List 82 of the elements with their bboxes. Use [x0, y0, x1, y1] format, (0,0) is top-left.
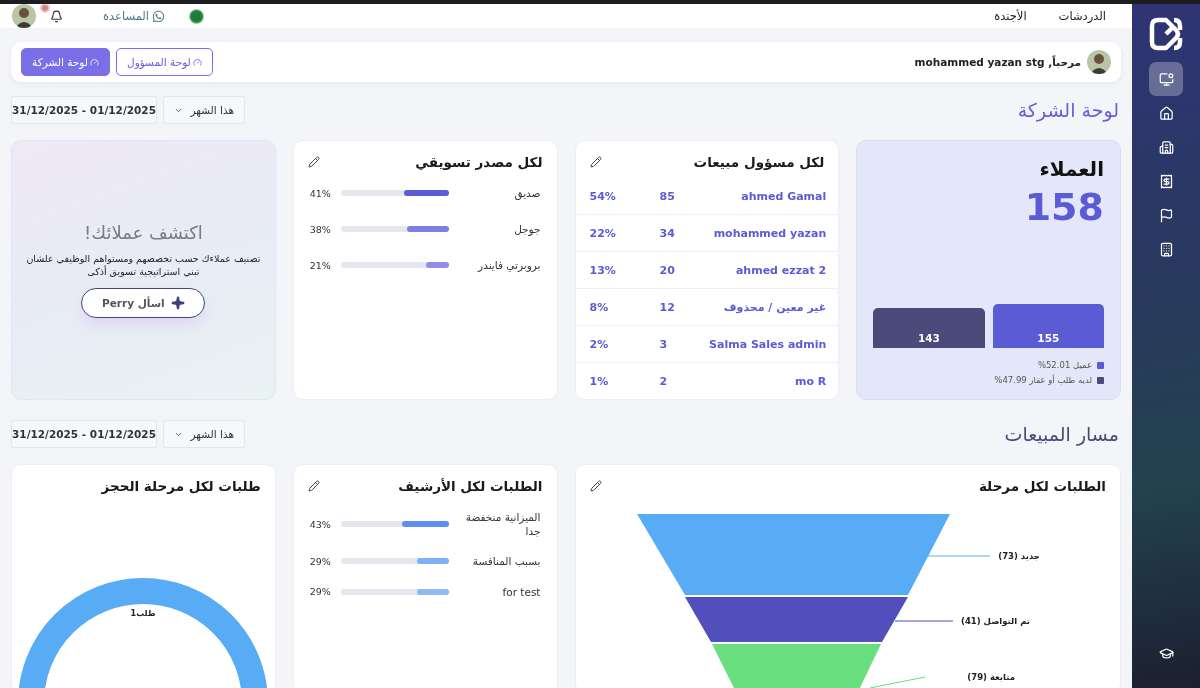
legend-label: لديه طلب أو عقار 47.99%	[994, 375, 1092, 385]
legend-label: عميل 52.01%	[1037, 360, 1092, 370]
stage-label: جديد (73)	[998, 551, 1040, 561]
section-title: لوحة الشركة	[1017, 99, 1120, 121]
donut-label: 1طلب	[130, 609, 156, 618]
nav-link[interactable]: الأجندة	[994, 9, 1027, 23]
stage-label: متابعة (79)	[967, 672, 1015, 682]
whatsapp-icon	[152, 9, 166, 23]
period-dropdown[interactable]: هذا الشهر	[163, 96, 245, 124]
section-title: مسار المبيعات	[1004, 423, 1120, 445]
monitor-icon	[1158, 71, 1174, 87]
stage-label: تم التواصل (41)	[961, 616, 1030, 626]
bar-label: بروبرتي فايندر	[476, 258, 541, 273]
rep-share: 22%	[589, 226, 617, 240]
bar-label: الميزانية منخفضة جدا	[464, 510, 541, 539]
bar-percent: 21%	[309, 259, 331, 271]
rep-name: mohammed yazan	[712, 226, 827, 240]
card-title: لكل مسؤول مبيعات	[693, 154, 825, 170]
rep-count: 34	[659, 226, 676, 240]
card-title: لكل مصدر تسويقي	[415, 154, 543, 170]
rep-count: 20	[659, 263, 676, 277]
bar-label: for test	[501, 584, 541, 599]
leader-line	[927, 555, 991, 557]
house-icon	[1158, 105, 1174, 121]
bar-percent: 29%	[309, 586, 331, 598]
discover-text: تصنيف عملاءك حسب تخصصهم ومستواهم الوظيفي علشان تبني استراتيجية تسويق أذكى	[26, 253, 261, 278]
edit-icon[interactable]	[307, 156, 320, 168]
sidebar-item[interactable]	[1149, 62, 1183, 96]
rep-name: mo R	[793, 374, 827, 388]
rep-count: 85	[659, 189, 676, 203]
customers-total: 158	[1023, 185, 1104, 229]
ask-button[interactable]: اسأل Perry	[81, 287, 206, 318]
greeting: مرحباً, mohammed yazan stg	[914, 56, 1081, 68]
rep-count: 3	[659, 337, 669, 351]
card-title: طلبات لكل مرحلة الحجز	[101, 478, 261, 494]
bar-value: 143	[918, 332, 940, 346]
bar-percent: 43%	[309, 518, 331, 530]
avatar	[12, 4, 36, 28]
bar-label: بسبب المنافسة	[471, 554, 541, 569]
bar-percent: 41%	[309, 187, 331, 199]
bar-label: صديق	[513, 186, 541, 201]
leader-line	[894, 620, 954, 622]
bar-percent: 29%	[309, 555, 331, 567]
rep-count: 12	[659, 300, 676, 314]
rep-share: 1%	[589, 374, 610, 388]
dashboard-tab[interactable]: لوحة الشركة	[21, 48, 110, 76]
rep-name: ahmed Gamal	[740, 189, 827, 203]
sparkle-icon	[170, 295, 185, 310]
card-title: الطلبات لكل مرحلة	[978, 478, 1106, 494]
bar-label: جوجل	[513, 222, 541, 237]
leader-line	[869, 676, 926, 688]
rep-share: 8%	[589, 300, 610, 314]
edit-icon[interactable]	[589, 156, 602, 168]
nav-link[interactable]: الدردشات	[1058, 9, 1106, 23]
help-link[interactable]: المساعدة	[103, 9, 166, 23]
discover-title: اكتشف عملائك!	[84, 222, 203, 244]
rep-count: 2	[659, 374, 669, 388]
rep-share: 13%	[589, 263, 617, 277]
gauge-icon	[90, 57, 99, 67]
bar-value: 155	[1037, 332, 1060, 346]
graduation-cap-icon	[1158, 645, 1174, 661]
avatar	[1087, 50, 1111, 74]
edit-icon[interactable]	[307, 480, 320, 492]
card-title: العملاء	[1038, 157, 1104, 181]
dashboard-tab[interactable]: لوحة المسؤول	[116, 48, 213, 76]
card-title: الطلبات لكل الأرشيف	[398, 478, 543, 494]
rep-share: 54%	[589, 189, 617, 203]
rep-name: ahmed ezzat 2	[734, 263, 827, 277]
buildings-icon	[1158, 139, 1174, 155]
period-dropdown[interactable]: هذا الشهر	[163, 420, 245, 448]
rep-name: Salma Sales admin	[708, 337, 827, 351]
receipt-icon	[1158, 173, 1174, 189]
logo-icon	[1148, 16, 1184, 52]
date-range-field[interactable]: 31/12/2025 - 01/12/2025	[11, 420, 157, 448]
edit-icon[interactable]	[589, 480, 602, 492]
bar-percent: 38%	[309, 223, 331, 235]
notification-icon[interactable]	[50, 9, 63, 23]
date-range-field[interactable]: 31/12/2025 - 01/12/2025	[11, 96, 157, 124]
gauge-icon	[192, 57, 202, 67]
rep-name: غير معين / محذوف	[722, 300, 827, 314]
rep-share: 2%	[589, 337, 610, 351]
building-icon	[1158, 241, 1174, 257]
